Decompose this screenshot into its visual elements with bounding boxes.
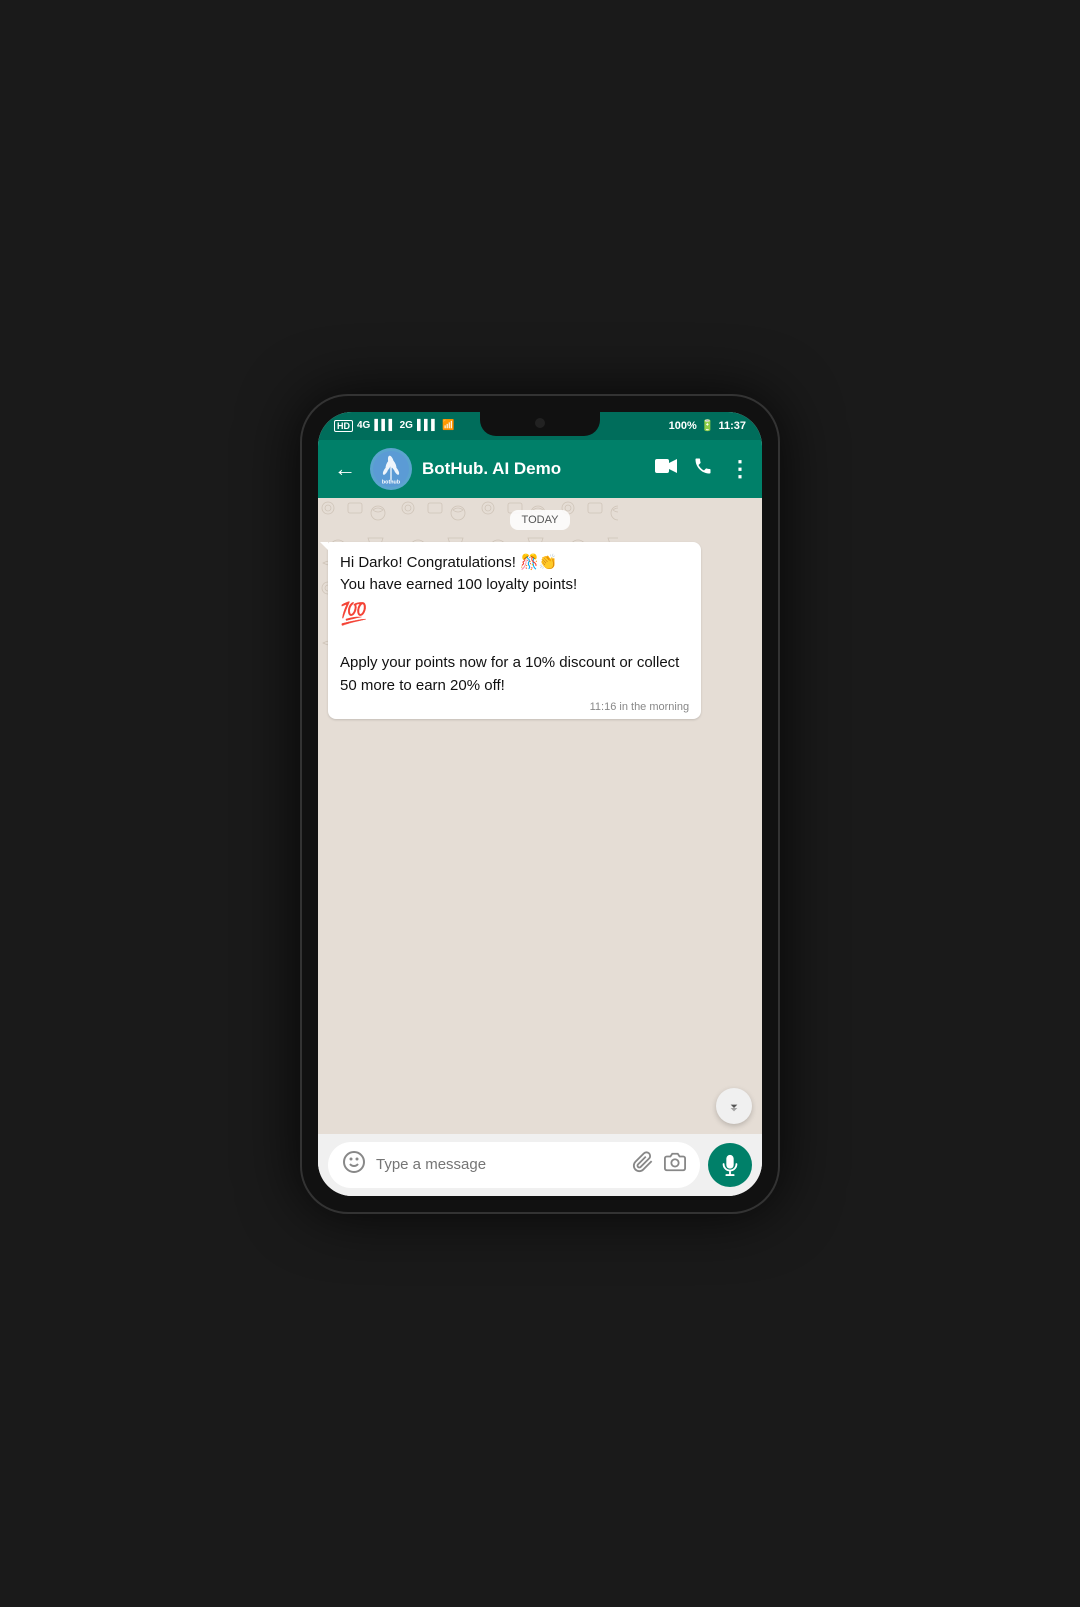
avatar: bothub (370, 448, 412, 490)
bars-icon: ▌▌▌ (374, 420, 395, 431)
video-call-button[interactable] (655, 458, 677, 479)
message-time: 11:16 in the morning (340, 701, 689, 713)
battery-icon: 🔋 (701, 419, 715, 432)
clock: 11:37 (718, 420, 746, 432)
attach-button[interactable] (632, 1151, 654, 1179)
status-right: 100% 🔋 11:37 (669, 419, 746, 432)
message-line1: Hi Darko! Congratulations! 🎊👏 (340, 552, 689, 575)
back-button[interactable]: ← (330, 452, 360, 486)
message-bubble: Hi Darko! Congratulations! 🎊👏 You have e… (328, 542, 701, 720)
scroll-to-bottom-button[interactable] (716, 1088, 752, 1124)
more-options-button[interactable]: ⋮ (729, 456, 750, 482)
header-info: BotHub. AI Demo (422, 459, 645, 479)
svg-text:bothub: bothub (382, 479, 401, 485)
message-input[interactable] (376, 1156, 622, 1173)
chat-header: ← bothub (318, 440, 762, 498)
date-badge: TODAY (510, 510, 571, 530)
input-bar (318, 1134, 762, 1196)
phone-screen: HD 4G ▌▌▌ 2G ▌▌▌ 📶 100% 🔋 11:37 ← (318, 412, 762, 1196)
input-wrap (328, 1142, 700, 1188)
header-icons: ⋮ (655, 456, 750, 482)
message-text: Hi Darko! Congratulations! 🎊👏 You have e… (340, 552, 689, 698)
camera-button[interactable] (664, 1151, 686, 1179)
signal-4g: 4G (357, 420, 370, 431)
contact-name: BotHub. AI Demo (422, 459, 645, 479)
message-line2: You have earned 100 loyalty points! (340, 574, 689, 597)
avatar-inner: bothub (370, 448, 412, 490)
message-emoji: 💯 (340, 597, 689, 630)
phone-call-button[interactable] (693, 456, 713, 481)
wifi-icon: 📶 (442, 420, 454, 431)
emoji-button[interactable] (342, 1150, 366, 1180)
chat-scroll: TODAY Hi Darko! Congratulations! 🎊👏 You … (318, 498, 762, 1134)
mic-button[interactable] (708, 1143, 752, 1187)
chat-area: ♪ TODAY Hi Darko! (318, 498, 762, 1134)
hd-icon: HD (334, 420, 353, 432)
phone-frame: HD 4G ▌▌▌ 2G ▌▌▌ 📶 100% 🔋 11:37 ← (300, 394, 780, 1214)
signal-2g: 2G (400, 420, 413, 431)
message-line3: Apply your points now for a 10% discount… (340, 652, 689, 697)
status-left: HD 4G ▌▌▌ 2G ▌▌▌ 📶 (334, 420, 455, 432)
bothub-logo-icon: bothub (373, 451, 409, 487)
battery-percent: 100% (669, 420, 697, 432)
bars2-icon: ▌▌▌ (417, 420, 438, 431)
camera-dot (535, 418, 545, 428)
